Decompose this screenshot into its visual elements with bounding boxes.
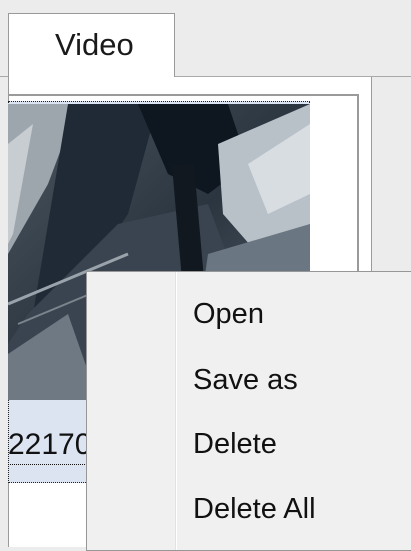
tab-video-label: Video (55, 27, 134, 62)
tab-video[interactable]: Video (8, 13, 175, 77)
menu-item-open[interactable]: Open (193, 300, 264, 329)
context-menu: Open Save as Delete Delete All (86, 271, 411, 551)
menu-item-delete-all[interactable]: Delete All (193, 495, 316, 524)
menu-item-save-as[interactable]: Save as (193, 366, 298, 395)
context-menu-gutter (175, 272, 177, 550)
video-thumbnail-caption[interactable]: 22170 (8, 430, 92, 465)
menu-item-delete[interactable]: Delete (193, 430, 277, 459)
